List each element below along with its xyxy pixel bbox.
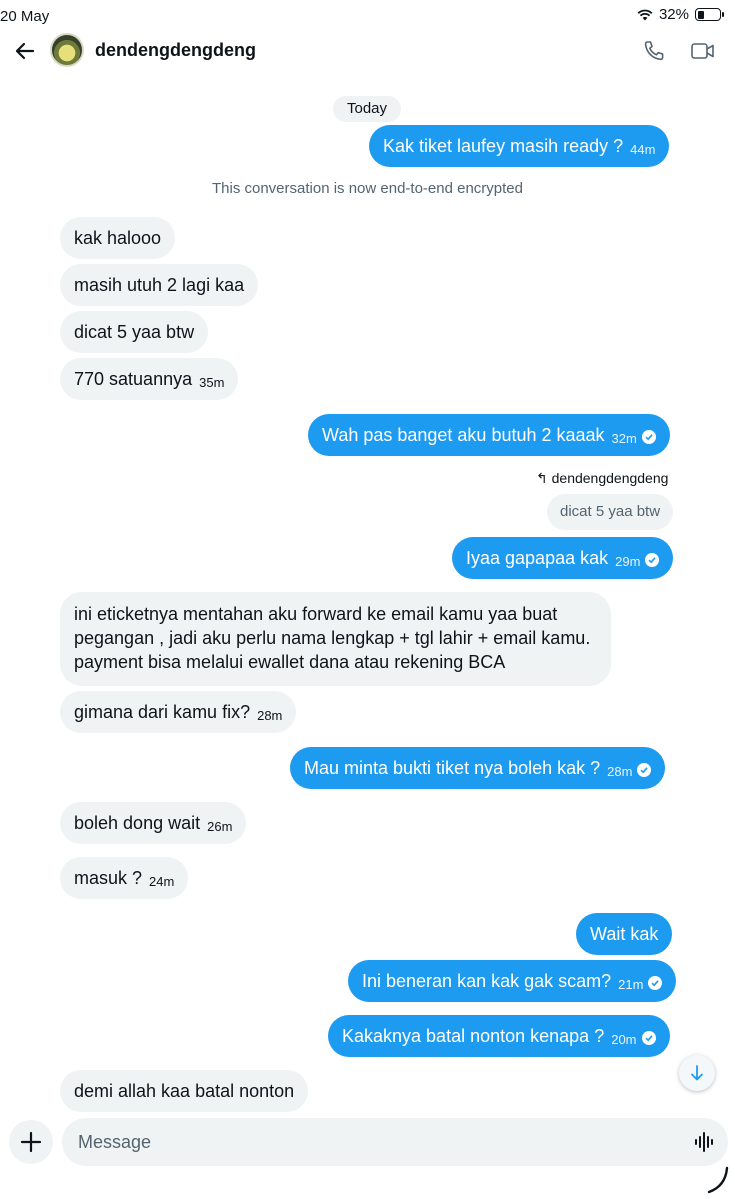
message-bubble-outgoing[interactable]: Wah pas banget aku butuh 2 kaaak 32m <box>308 414 670 456</box>
message-bubble-incoming[interactable]: demi allah kaa batal nonton <box>60 1070 309 1112</box>
message-text: 770 satuannya <box>74 369 193 389</box>
battery-icon <box>695 8 724 21</box>
check-circle-icon <box>648 976 663 990</box>
reply-quote[interactable]: dicat 5 yaa btw <box>547 494 674 530</box>
message-time: 35m <box>199 375 225 390</box>
reply-icon: ↰ <box>536 470 548 486</box>
message-bubble-incoming[interactable]: 770 satuannya 35m <box>60 358 239 400</box>
message-time: 28m <box>257 708 283 723</box>
status-bar: 20 May 32% <box>0 0 735 34</box>
message-bubble-incoming[interactable]: kak halooo <box>60 217 176 259</box>
message-bubble-outgoing[interactable]: Kak tiket laufey masih ready ? 44m <box>369 125 670 167</box>
scroll-down-icon[interactable] <box>679 1055 715 1091</box>
message-bubble-outgoing[interactable]: Iyaa gapapaa kak 29m <box>452 537 674 579</box>
message-time: 29m <box>615 554 641 569</box>
message-bubble-outgoing[interactable]: Kakaknya batal nonton kenapa ? 20m <box>328 1015 670 1057</box>
message-time: 44m <box>630 142 656 157</box>
message-bubble-incoming[interactable]: dicat 5 yaa btw <box>60 311 209 353</box>
message-time: 28m <box>607 764 633 779</box>
wifi-icon <box>637 9 653 20</box>
reply-label: ↰ dendengdengdeng <box>536 470 668 487</box>
check-circle-icon <box>641 1031 656 1045</box>
encryption-notice: This conversation is now end-to-end encr… <box>211 180 523 197</box>
message-text: boleh dong wait <box>74 813 201 833</box>
reply-to-user: dendengdengdeng <box>551 470 669 486</box>
message-text: Ini beneran kan kak gak scam? <box>362 971 612 991</box>
battery-percent: 32% <box>658 6 689 23</box>
message-text: demi allah kaa batal nonton <box>74 1081 295 1101</box>
home-indicator <box>706 1166 730 1194</box>
message-text: Mau minta bukti tiket nya boleh kak ? <box>304 758 601 778</box>
message-text: kak halooo <box>74 228 162 248</box>
message-bubble-outgoing[interactable]: Ini beneran kan kak gak scam? 21m <box>348 960 677 1002</box>
message-input[interactable] <box>62 1118 728 1166</box>
message-bubble-incoming[interactable]: masih utuh 2 lagi kaa <box>60 264 259 306</box>
message-text: Wait kak <box>590 924 659 944</box>
message-bubble-incoming[interactable]: gimana dari kamu fix? 28m <box>60 691 297 733</box>
plus-icon[interactable] <box>9 1120 53 1164</box>
message-text: gimana dari kamu fix? <box>74 702 251 722</box>
message-bubble-outgoing[interactable]: Mau minta bukti tiket nya boleh kak ? 28m <box>290 747 666 789</box>
message-text: Kak tiket laufey masih ready ? <box>383 136 624 156</box>
message-bubble-incoming[interactable]: boleh dong wait 26m <box>60 802 247 844</box>
video-icon[interactable] <box>689 38 715 64</box>
avatar[interactable] <box>50 33 84 67</box>
back-arrow-icon[interactable] <box>12 38 38 64</box>
message-time: 21m <box>618 977 644 992</box>
phone-icon[interactable] <box>641 38 667 64</box>
message-time: 32m <box>611 431 637 446</box>
status-right: 32% <box>637 6 724 23</box>
message-time: 20m <box>611 1032 637 1047</box>
check-circle-icon <box>641 430 656 444</box>
message-text: masih utuh 2 lagi kaa <box>74 275 245 295</box>
message-text: Kakaknya batal nonton kenapa ? <box>342 1026 605 1046</box>
date-divider: Today <box>333 96 401 122</box>
message-bubble-incoming[interactable]: ini eticketnya mentahan aku forward ke e… <box>60 592 611 686</box>
check-circle-icon <box>637 763 652 777</box>
contact-name[interactable]: dendengdengdeng <box>95 40 256 61</box>
message-line: payment bisa melalui ewallet dana atau r… <box>74 652 506 672</box>
message-bubble-incoming[interactable]: masuk ? 24m <box>60 857 189 899</box>
message-line: pegangan , jadi aku perlu nama lengkap +… <box>74 628 591 648</box>
message-time: 26m <box>207 819 233 834</box>
message-text: dicat 5 yaa btw <box>74 322 195 342</box>
conversation-header: dendengdengdeng <box>0 30 735 74</box>
message-text: Iyaa gapapaa kak <box>466 548 609 568</box>
message-line: ini eticketnya mentahan aku forward ke e… <box>74 604 558 624</box>
composer <box>0 1116 735 1176</box>
message-time: 24m <box>149 874 175 889</box>
check-circle-icon <box>645 553 660 567</box>
message-bubble-outgoing[interactable]: Wait kak <box>576 913 673 955</box>
status-date: 20 May <box>0 8 50 25</box>
message-text: masuk ? <box>74 868 143 888</box>
voice-icon[interactable] <box>694 1130 716 1154</box>
message-text: Wah pas banget aku butuh 2 kaaak <box>322 425 605 445</box>
